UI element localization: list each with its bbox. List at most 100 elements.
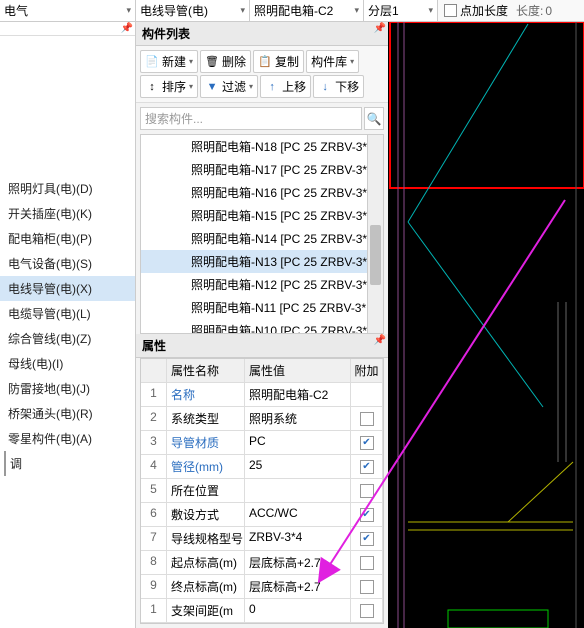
- list-item[interactable]: 照明配电箱-N14 [PC 25 ZRBV-3*: [141, 227, 383, 250]
- property-value[interactable]: 25: [245, 455, 351, 478]
- property-row[interactable]: 7导线规格型号ZRBV-3*4✔: [141, 527, 383, 551]
- property-name: 所在位置: [167, 479, 245, 502]
- sidebar-item[interactable]: 综合管线(电)(Z): [0, 326, 135, 351]
- property-row[interactable]: 3导管材质PC✔: [141, 431, 383, 455]
- sidebar-item[interactable]: 母线(电)(I): [0, 351, 135, 376]
- property-row[interactable]: 8起点标高(m)层底标高+2.7: [141, 551, 383, 575]
- cad-drawing: [388, 22, 584, 628]
- pin-icon[interactable]: 📌: [374, 335, 386, 346]
- sort-icon: ↕: [145, 80, 159, 94]
- list-item[interactable]: 照明配电箱-N10 [PC 25 ZRBV-3*: [141, 319, 383, 334]
- property-row[interactable]: 1支架间距(m0: [141, 599, 383, 623]
- sidebar-item[interactable]: 开关插座(电)(K): [0, 201, 135, 226]
- scrollbar-thumb[interactable]: [370, 225, 381, 285]
- checkbox[interactable]: [360, 412, 374, 426]
- scrollbar[interactable]: [367, 135, 383, 333]
- property-row[interactable]: 9终点标高(m)层底标高+2.7: [141, 575, 383, 599]
- list-item[interactable]: 照明配电箱-N11 [PC 25 ZRBV-3*: [141, 296, 383, 319]
- properties-header: 属性 📌: [136, 334, 388, 358]
- new-icon: 📄: [145, 55, 159, 69]
- sidebar-item[interactable]: 配电箱柜(电)(P): [0, 226, 135, 251]
- component-list[interactable]: 照明配电箱-N18 [PC 25 ZRBV-3*照明配电箱-N17 [PC 25…: [140, 134, 384, 334]
- property-value[interactable]: [245, 479, 351, 502]
- pin-icon[interactable]: 📌: [121, 23, 133, 34]
- component-toolbar: 📄新建▾ 🗑删除 📋复制 构件库▾ ↕排序▾ ▼过滤▾ ↑上移 ↓下移: [136, 46, 388, 103]
- property-row[interactable]: 4管径(mm)25✔: [141, 455, 383, 479]
- property-name: 系统类型: [167, 407, 245, 430]
- filter-button[interactable]: ▼过滤▾: [200, 75, 258, 98]
- properties-grid: 属性名称 属性值 附加 1名称照明配电箱-C22系统类型照明系统3导管材质PC✔…: [140, 358, 384, 624]
- drawing-canvas[interactable]: [388, 22, 584, 628]
- length-label: 长度:: [514, 2, 545, 19]
- sidebar-item[interactable]: 零星构件(电)(A): [0, 426, 135, 451]
- property-header-row: 属性名称 属性值 附加: [141, 359, 383, 383]
- top-bar: 电气▾ 电线导管(电)▾ 照明配电箱-C2▾ 分层1▾ 点加长度 长度: 0: [0, 0, 584, 22]
- length-value: 0: [545, 4, 552, 18]
- property-value[interactable]: 0: [245, 599, 351, 622]
- checkbox[interactable]: ✔: [360, 508, 374, 522]
- checkbox[interactable]: ✔: [360, 532, 374, 546]
- property-value[interactable]: 层底标高+2.7: [245, 575, 351, 598]
- sidebar-item[interactable]: 防雷接地(电)(J): [0, 376, 135, 401]
- type-dropdown[interactable]: 电线导管(电)▾: [136, 0, 250, 21]
- copy-button[interactable]: 📋复制: [253, 50, 304, 73]
- add-length-checkbox[interactable]: 点加长度: [438, 2, 514, 19]
- property-value[interactable]: ZRBV-3*4: [245, 527, 351, 550]
- property-name: 终点标高(m): [167, 575, 245, 598]
- property-row[interactable]: 1名称照明配电箱-C2: [141, 383, 383, 407]
- property-row[interactable]: 2系统类型照明系统: [141, 407, 383, 431]
- property-name: 导线规格型号: [167, 527, 245, 550]
- delete-icon: 🗑: [205, 55, 219, 69]
- new-button[interactable]: 📄新建▾: [140, 50, 198, 73]
- checkbox[interactable]: [360, 604, 374, 618]
- middle-column: 构件列表 📌 📄新建▾ 🗑删除 📋复制 构件库▾ ↕排序▾ ▼过滤▾ ↑上移 ↓…: [136, 22, 388, 628]
- property-name: 导管材质: [167, 431, 245, 454]
- checkbox[interactable]: [360, 556, 374, 570]
- sidebar-item[interactable]: 电缆导管(电)(L): [0, 301, 135, 326]
- move-up-button[interactable]: ↑上移: [260, 75, 311, 98]
- property-value[interactable]: 层底标高+2.7: [245, 551, 351, 574]
- sort-button[interactable]: ↕排序▾: [140, 75, 198, 98]
- layer-dropdown[interactable]: 分层1▾: [364, 0, 438, 21]
- checkbox[interactable]: [360, 580, 374, 594]
- sidebar-item[interactable]: 电线导管(电)(X): [0, 276, 135, 301]
- checkbox[interactable]: [360, 484, 374, 498]
- component-dropdown[interactable]: 照明配电箱-C2▾: [250, 0, 364, 21]
- search-input[interactable]: 搜索构件...: [140, 107, 362, 130]
- property-value[interactable]: ACC/WC: [245, 503, 351, 526]
- copy-icon: 📋: [258, 55, 272, 69]
- filter-icon: ▼: [205, 80, 219, 94]
- pin-icon[interactable]: 📌: [374, 23, 386, 34]
- property-value[interactable]: PC: [245, 431, 351, 454]
- up-icon: ↑: [265, 80, 279, 94]
- sidebar-item[interactable]: 电气设备(电)(S): [0, 251, 135, 276]
- left-sidebar: 📌 照明灯具(电)(D)开关插座(电)(K)配电箱柜(电)(P)电气设备(电)(…: [0, 22, 136, 628]
- property-name: 名称: [167, 383, 245, 406]
- category-dropdown[interactable]: 电气▾: [0, 0, 136, 21]
- list-item[interactable]: 照明配电箱-N13 [PC 25 ZRBV-3*: [141, 250, 383, 273]
- property-name: 起点标高(m): [167, 551, 245, 574]
- down-icon: ↓: [318, 80, 332, 94]
- property-row[interactable]: 6敷设方式ACC/WC✔: [141, 503, 383, 527]
- property-row[interactable]: 5所在位置: [141, 479, 383, 503]
- sidebar-item[interactable]: 桥架通头(电)(R): [0, 401, 135, 426]
- delete-button[interactable]: 🗑删除: [200, 50, 251, 73]
- property-name: 管径(mm): [167, 455, 245, 478]
- list-item[interactable]: 照明配电箱-N16 [PC 25 ZRBV-3*: [141, 181, 383, 204]
- checkbox[interactable]: ✔: [360, 436, 374, 450]
- property-name: 敷设方式: [167, 503, 245, 526]
- sidebar-item[interactable]: 照明灯具(电)(D): [0, 176, 135, 201]
- search-button[interactable]: 🔍: [364, 107, 384, 130]
- list-item[interactable]: 照明配电箱-N15 [PC 25 ZRBV-3*: [141, 204, 383, 227]
- property-name: 支架间距(m: [167, 599, 245, 622]
- sidebar-item[interactable]: 调: [4, 451, 135, 476]
- checkbox[interactable]: ✔: [360, 460, 374, 474]
- list-item[interactable]: 照明配电箱-N17 [PC 25 ZRBV-3*: [141, 158, 383, 181]
- search-icon: 🔍: [367, 112, 382, 126]
- list-item[interactable]: 照明配电箱-N18 [PC 25 ZRBV-3*: [141, 135, 383, 158]
- move-down-button[interactable]: ↓下移: [313, 75, 364, 98]
- property-value[interactable]: 照明系统: [245, 407, 351, 430]
- property-value[interactable]: 照明配电箱-C2: [245, 383, 351, 406]
- list-item[interactable]: 照明配电箱-N12 [PC 25 ZRBV-3*: [141, 273, 383, 296]
- library-button[interactable]: 构件库▾: [306, 50, 359, 73]
